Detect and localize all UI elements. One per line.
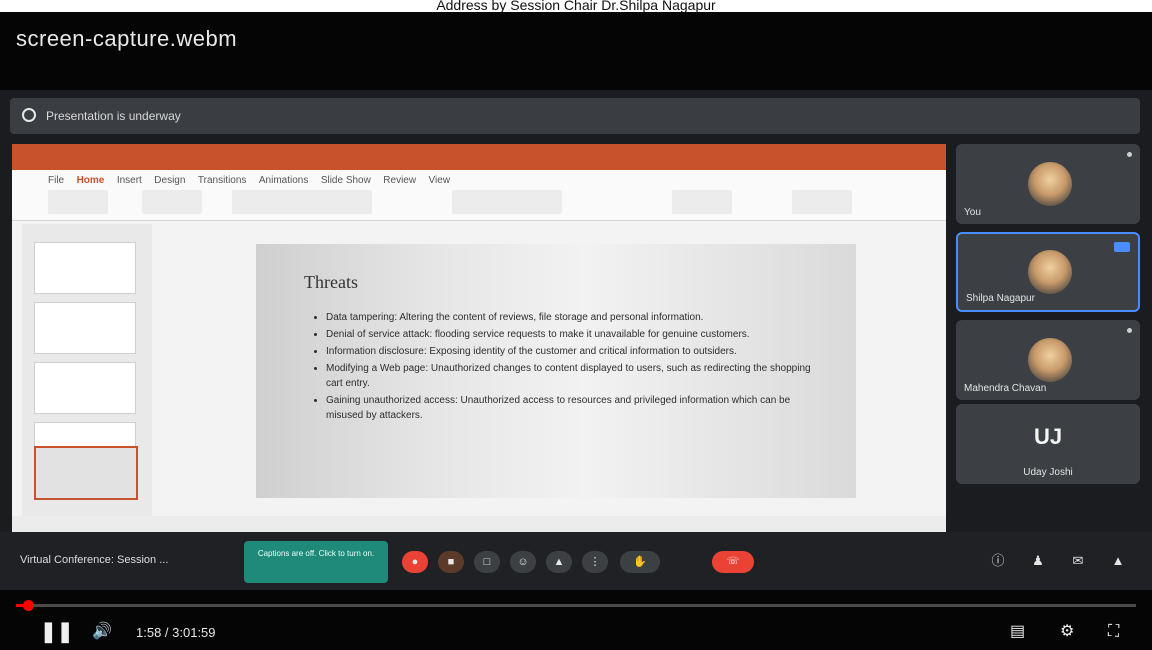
present-icon (22, 108, 36, 122)
ribbon-tab[interactable]: Slide Show (321, 175, 371, 186)
powerpoint-statusbar (12, 516, 946, 532)
present-button[interactable]: ▲ (546, 551, 572, 573)
progress-bar[interactable] (16, 600, 1136, 611)
settings-icon[interactable]: ⚙ (1060, 622, 1074, 642)
people-icon[interactable]: ♟ (1030, 553, 1046, 569)
pause-icon[interactable]: ❚❚ (40, 622, 74, 642)
presentation-banner: Presentation is underway (10, 98, 1140, 134)
participants-panel: You Shilpa Nagapur Mahendra Chavan UJ Ud… (956, 144, 1140, 484)
ribbon-group (452, 190, 562, 214)
chat-icon[interactable]: ✉ (1070, 553, 1086, 569)
page-title: Address by Session Chair Dr.Shilpa Nagap… (436, 0, 716, 12)
slide-canvas: Threats Data tampering: Altering the con… (256, 244, 856, 498)
emoji-button[interactable]: ☺ (510, 551, 536, 573)
participant-name: Mahendra Chavan (964, 383, 1047, 394)
slide-bullet: Denial of service attack: flooding servi… (326, 327, 826, 342)
meeting-controls-bar: Virtual Conference: Session ... Captions… (0, 532, 1152, 590)
ribbon-group (792, 190, 852, 214)
video-header: screen-capture.webm (0, 12, 1152, 90)
ribbon-group (672, 190, 732, 214)
more-options-icon[interactable] (1127, 328, 1132, 333)
ribbon-group (48, 190, 108, 214)
ribbon-tab[interactable]: Home (77, 175, 105, 186)
fullscreen-icon[interactable]: ⛶ (1108, 622, 1119, 642)
info-icon[interactable]: ⓘ (990, 553, 1006, 569)
powerpoint-titlebar (12, 144, 946, 170)
activities-icon[interactable]: ▲ (1110, 553, 1126, 569)
slide-bullet: Modifying a Web page: Unauthorized chang… (326, 361, 826, 391)
more-options-icon[interactable] (1127, 152, 1132, 157)
ribbon-tab[interactable]: View (429, 175, 451, 186)
mic-off-button[interactable]: ● (402, 551, 428, 573)
subtitles-icon[interactable]: ▤ (1010, 622, 1025, 642)
slide-thumbnail[interactable] (34, 242, 136, 294)
ribbon-tabs: File Home Insert Design Transitions Anim… (48, 170, 458, 188)
slide-thumbnails-pane (22, 224, 152, 524)
participant-tile[interactable]: UJ Uday Joshi (956, 404, 1140, 484)
video-filename: screen-capture.webm (16, 26, 238, 51)
captions-button[interactable]: □ (474, 551, 500, 573)
ribbon-tab[interactable]: Review (383, 175, 416, 186)
slide-thumbnail-selected[interactable] (34, 446, 138, 500)
participant-tile[interactable]: Mahendra Chavan (956, 320, 1140, 400)
shared-screen: File Home Insert Design Transitions Anim… (12, 144, 946, 532)
avatar (1028, 250, 1072, 294)
more-options-button[interactable]: ⋮ (582, 551, 608, 573)
raise-hand-button[interactable]: ✋ (620, 551, 660, 573)
participant-name: Uday Joshi (1023, 467, 1073, 478)
camera-button[interactable]: ■ (438, 551, 464, 573)
captions-box[interactable]: Captions are off. Click to turn on. (244, 541, 388, 583)
participant-name: You (964, 207, 981, 218)
video-player[interactable]: screen-capture.webm Presentation is unde… (0, 12, 1152, 650)
presentation-banner-text: Presentation is underway (46, 109, 181, 123)
slide-bullets: Data tampering: Altering the content of … (310, 310, 826, 425)
slide-thumbnail[interactable] (34, 362, 136, 414)
slide-title: Threats (304, 272, 358, 292)
ribbon-group (142, 190, 202, 214)
slide-thumbnail[interactable] (34, 302, 136, 354)
participant-name: Shilpa Nagapur (966, 293, 1035, 304)
player-controls: ❚❚ 🔊 1:58 / 3:01:59 ▤ ⚙ ⛶ (0, 590, 1152, 650)
slide-bullet: Information disclosure: Exposing identit… (326, 344, 826, 359)
ribbon-tab[interactable]: Design (154, 175, 185, 186)
participant-tile-active-speaker[interactable]: Shilpa Nagapur (956, 232, 1140, 312)
ribbon-tab[interactable]: Animations (259, 175, 308, 186)
powerpoint-ribbon: File Home Insert Design Transitions Anim… (12, 170, 946, 221)
ribbon-tab[interactable]: File (48, 175, 64, 186)
meeting-name: Virtual Conference: Session ... (20, 554, 169, 566)
speaking-indicator-icon (1114, 242, 1130, 252)
participant-tile[interactable]: You (956, 144, 1140, 224)
time-display: 1:58 / 3:01:59 (136, 625, 216, 640)
ribbon-group (232, 190, 372, 214)
avatar (1028, 162, 1072, 206)
ribbon-tab[interactable]: Insert (117, 175, 142, 186)
ribbon-tab[interactable]: Transitions (198, 175, 247, 186)
avatar (1028, 338, 1072, 382)
slide-bullet: Data tampering: Altering the content of … (326, 310, 826, 325)
volume-icon[interactable]: 🔊 (92, 622, 112, 642)
end-call-button[interactable]: ☏ (712, 551, 754, 573)
progress-scrubber[interactable] (23, 600, 34, 611)
participant-initials: UJ (1033, 424, 1063, 449)
slide-bullet: Gaining unauthorized access: Unauthorize… (326, 393, 826, 423)
